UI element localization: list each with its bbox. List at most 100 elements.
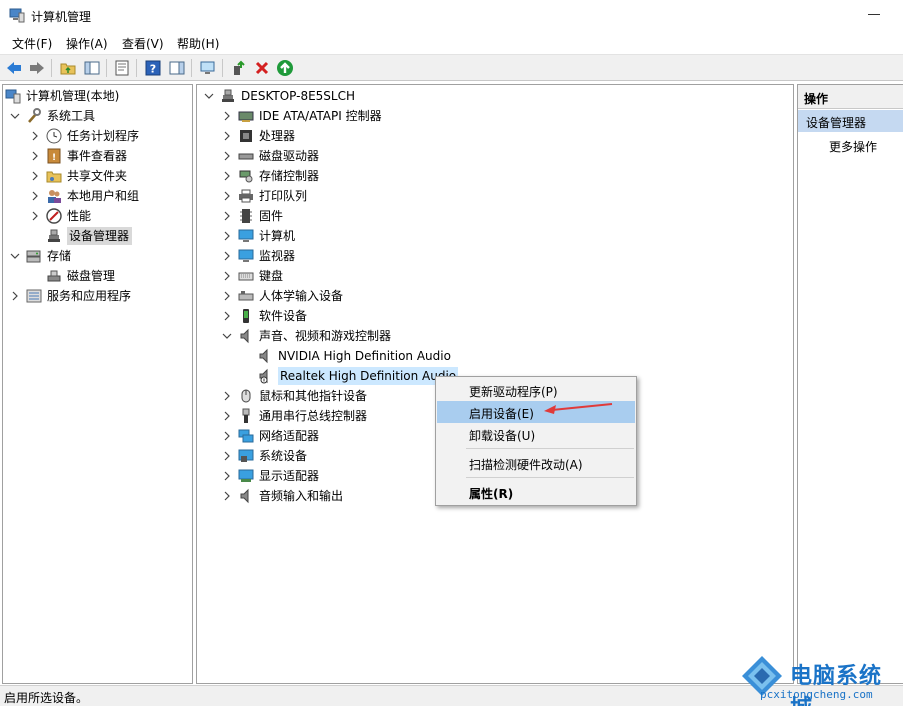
device-category-network[interactable]: 网络适配器 [221, 426, 319, 446]
computer-management-app-icon [9, 7, 25, 23]
tree-node-label: 存储 [47, 249, 72, 263]
device-category-label: 鼠标和其他指针设备 [259, 389, 368, 403]
menu-view[interactable]: 查看(V) [122, 35, 164, 52]
chevron-right-icon[interactable] [221, 150, 233, 162]
chevron-right-icon[interactable] [29, 210, 41, 222]
context-menu: 更新驱动程序(P) 启用设备(E) 卸载设备(U) 扫描检测硬件改动(A) 属性… [435, 376, 637, 506]
device-category-cpu[interactable]: 处理器 [221, 126, 295, 146]
device-category-monitors[interactable]: 监视器 [221, 246, 295, 266]
enable-device-icon[interactable] [275, 58, 295, 78]
device-category-audio-io[interactable]: 音频输入和输出 [221, 486, 343, 506]
tree-node-system-tools[interactable]: 系统工具 [9, 106, 95, 126]
chevron-right-icon[interactable] [221, 390, 233, 402]
chevron-right-icon[interactable] [29, 150, 41, 162]
monitor-scan-icon[interactable] [198, 58, 218, 78]
back-arrow-icon[interactable] [4, 58, 24, 78]
expanded-chevron-icon[interactable] [9, 250, 21, 262]
tree-node-services-apps[interactable]: 服务和应用程序 [9, 286, 131, 306]
chevron-right-icon[interactable] [221, 110, 233, 122]
tree-node-event-viewer[interactable]: ! 事件查看器 [29, 146, 127, 166]
chevron-right-icon[interactable] [29, 130, 41, 142]
show-action-pane-icon[interactable] [167, 58, 187, 78]
chevron-right-icon[interactable] [221, 250, 233, 262]
menu-separator [466, 477, 634, 478]
window-title: 计算机管理 [31, 10, 92, 24]
menu-help[interactable]: 帮助(H) [177, 35, 219, 52]
tree-node-device-manager[interactable]: 设备管理器 [46, 226, 133, 246]
device-category-ide[interactable]: IDE ATA/ATAPI 控制器 [221, 106, 382, 126]
device-category-computer[interactable]: 计算机 [221, 226, 295, 246]
device-category-display[interactable]: 显示适配器 [221, 466, 319, 486]
menu-item-update-driver[interactable]: 更新驱动程序(P) [437, 379, 635, 401]
expanded-chevron-icon[interactable] [221, 330, 233, 342]
minimize-button[interactable] [867, 6, 881, 20]
chevron-right-icon[interactable] [221, 130, 233, 142]
menu-action[interactable]: 操作(A) [66, 35, 108, 52]
device-category-disk-drives[interactable]: 磁盘驱动器 [221, 146, 319, 166]
chevron-right-icon[interactable] [29, 170, 41, 182]
clock-icon [46, 128, 62, 144]
device-category-system[interactable]: 系统设备 [221, 446, 307, 466]
device-root-node[interactable]: DESKTOP-8E5SLCH [203, 86, 355, 106]
up-folder-icon[interactable] [58, 58, 78, 78]
uninstall-x-icon[interactable] [252, 58, 272, 78]
device-category-firmware[interactable]: 固件 [221, 206, 283, 226]
device-label: NVIDIA High Definition Audio [278, 349, 451, 363]
menu-item-uninstall-device[interactable]: 卸载设备(U) [437, 423, 635, 445]
firmware-icon [238, 208, 254, 224]
chevron-right-icon[interactable] [221, 170, 233, 182]
device-category-print-queues[interactable]: 打印队列 [221, 186, 307, 206]
toolbar: ? [0, 54, 903, 81]
chevron-right-icon[interactable] [221, 490, 233, 502]
chevron-right-icon[interactable] [221, 430, 233, 442]
menu-file[interactable]: 文件(F) [12, 35, 52, 52]
chevron-right-icon[interactable] [221, 230, 233, 242]
chevron-right-icon[interactable] [221, 450, 233, 462]
tree-node-local-users[interactable]: 本地用户和组 [29, 186, 139, 206]
device-category-software-devices[interactable]: 软件设备 [221, 306, 307, 326]
tree-node-disk-management[interactable]: 磁盘管理 [46, 266, 115, 286]
network-adapter-icon [238, 428, 254, 444]
more-actions-link[interactable]: 更多操作 [829, 138, 877, 155]
ide-controller-icon [238, 108, 254, 124]
device-category-label: 声音、视频和游戏控制器 [259, 329, 392, 343]
chevron-right-icon[interactable] [221, 310, 233, 322]
properties-sheet-icon[interactable] [112, 58, 132, 78]
chevron-right-icon[interactable] [221, 210, 233, 222]
actions-section-device-manager[interactable]: 设备管理器 [798, 110, 903, 132]
device-realtek-audio[interactable]: Realtek High Definition Audio [257, 366, 459, 386]
device-category-usb[interactable]: 通用串行总线控制器 [221, 406, 367, 426]
chevron-right-icon[interactable] [29, 190, 41, 202]
device-category-storage-controllers[interactable]: 存储控制器 [221, 166, 319, 186]
device-category-sound[interactable]: 声音、视频和游戏控制器 [221, 326, 391, 346]
speaker-icon [238, 328, 254, 344]
chevron-right-icon[interactable] [221, 410, 233, 422]
expanded-chevron-icon[interactable] [9, 110, 21, 122]
tree-node-storage[interactable]: 存储 [9, 246, 71, 266]
forward-arrow-icon[interactable] [27, 58, 47, 78]
annotation-arrow-icon [544, 403, 613, 414]
chevron-right-icon[interactable] [221, 270, 233, 282]
help-icon[interactable]: ? [143, 58, 163, 78]
tree-node-task-scheduler[interactable]: 任务计划程序 [29, 126, 139, 146]
tree-node-computer-management[interactable]: 计算机管理(本地) [5, 86, 119, 106]
chevron-right-icon[interactable] [221, 290, 233, 302]
update-driver-icon[interactable] [229, 58, 249, 78]
storage-icon [26, 248, 42, 264]
menu-item-properties[interactable]: 属性(R) [437, 481, 635, 503]
chevron-right-icon[interactable] [221, 190, 233, 202]
tree-node-label: 磁盘管理 [67, 269, 116, 283]
chevron-right-icon[interactable] [221, 470, 233, 482]
device-category-mice[interactable]: 鼠标和其他指针设备 [221, 386, 367, 406]
tree-node-performance[interactable]: 性能 [29, 206, 91, 226]
device-category-keyboards[interactable]: 键盘 [221, 266, 283, 286]
device-nvidia-audio[interactable]: NVIDIA High Definition Audio [257, 346, 451, 366]
tree-node-shared-folders[interactable]: 共享文件夹 [29, 166, 127, 186]
actions-pane: 操作 设备管理器 更多操作 [797, 84, 903, 684]
device-category-hid[interactable]: 人体学输入设备 [221, 286, 343, 306]
expanded-chevron-icon[interactable] [203, 90, 215, 102]
chevron-right-icon[interactable] [9, 290, 21, 302]
show-hide-tree-icon[interactable] [82, 58, 102, 78]
tree-node-label: 计算机管理(本地) [26, 89, 120, 103]
menu-item-scan-hardware[interactable]: 扫描检测硬件改动(A) [437, 452, 635, 474]
